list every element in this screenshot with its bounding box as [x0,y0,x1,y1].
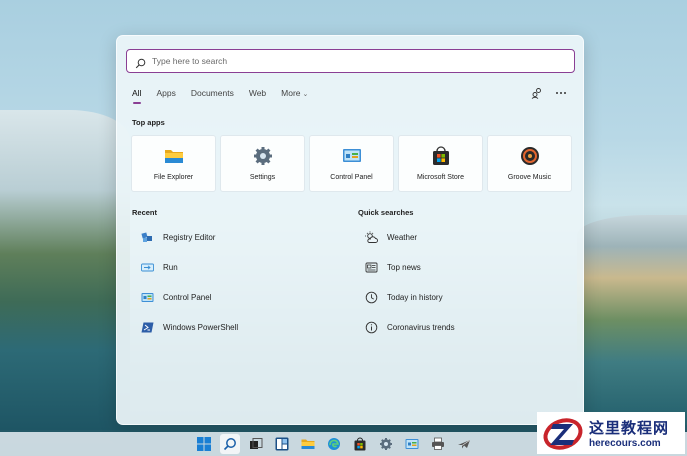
control-panel-icon [342,149,361,162]
chevron-down-icon: ⌄ [302,91,309,98]
gear-icon [253,147,272,165]
search-box[interactable] [126,49,575,73]
quick-search-coronavirus-trends[interactable]: Coronavirus trends [365,312,455,342]
account-switch-icon[interactable] [531,87,543,99]
taskbar-store-button[interactable] [350,434,370,454]
app-label: Settings [249,174,276,181]
registry-icon [141,231,154,244]
powershell-icon [141,321,154,334]
app-tile-settings[interactable]: Settings [220,135,305,192]
windows-icon [196,437,211,451]
quick-searches-list: Weather Top news Today in history Corona… [365,222,455,342]
folder-icon [164,150,183,163]
taskbar-search-button[interactable] [219,434,240,454]
widgets-icon [275,437,288,451]
top-apps-grid: File Explorer Settings Control Panel Mic… [131,135,572,192]
groove-music-icon [520,147,539,165]
control-panel-icon [141,291,154,304]
store-icon [432,146,449,165]
app-label: Groove Music [507,174,552,181]
printer-icon [431,437,444,450]
app-tile-control-panel[interactable]: Control Panel [309,135,394,192]
list-item-label: Control Panel [163,292,212,302]
taskbar-edge-button[interactable] [324,434,344,454]
site-logo-icon [543,418,583,450]
app-tile-file-explorer[interactable]: File Explorer [131,135,216,192]
watermark-cn: 这里教程网 [589,419,670,437]
edge-icon [327,438,340,450]
watermark-en: herecours.com [589,438,661,449]
watermark: 这里教程网 herecours.com [537,412,685,454]
app-label: Microsoft Store [416,174,465,181]
taskbar-settings-button[interactable] [376,434,396,454]
list-item-label: Top news [387,262,421,272]
app-tile-microsoft-store[interactable]: Microsoft Store [398,135,483,192]
list-item-label: Weather [387,232,418,242]
quick-searches-title: Quick searches [358,208,414,217]
file-explorer-icon [301,439,314,449]
plane-icon [457,440,470,449]
app-label: Control Panel [330,174,373,181]
list-item-label: Registry Editor [163,232,216,242]
taskbar-widgets-button[interactable] [272,434,292,454]
task-view-icon [249,438,262,449]
quick-search-today-in-history[interactable]: Today in history [365,282,455,312]
list-item-label: Run [163,262,178,272]
recent-item-registry-editor[interactable]: Registry Editor [141,222,238,252]
app-label: File Explorer [153,174,194,181]
news-icon [365,261,378,274]
search-input[interactable] [152,56,552,66]
control-panel-icon [405,439,418,449]
recent-item-control-panel[interactable]: Control Panel [141,282,238,312]
taskbar-printer-button[interactable] [428,434,448,454]
tab-web[interactable]: Web [249,88,266,98]
store-icon [354,437,365,451]
taskbar-start-button[interactable] [194,434,214,454]
tab-apps[interactable]: Apps [156,88,175,98]
wallpaper-right [577,215,687,425]
weather-icon [365,231,378,244]
taskbar-control-panel-button[interactable] [402,434,422,454]
top-apps-title: Top apps [132,118,165,127]
clock-icon [365,291,378,304]
run-icon [141,261,154,274]
tab-more[interactable]: More ⌄ [281,88,308,98]
settings-icon [379,438,392,450]
list-item-label: Coronavirus trends [387,322,455,332]
taskbar-items [194,434,474,454]
app-tile-groove-music[interactable]: Groove Music [487,135,572,192]
panel-actions [531,87,567,99]
filter-tabs: All Apps Documents Web More ⌄ [132,88,323,104]
taskbar-task-view-button[interactable] [246,434,266,454]
wallpaper-left [0,110,130,430]
watermark-text: 这里教程网 herecours.com [589,417,669,449]
search-icon [223,438,236,451]
recent-list: Registry Editor Run Control Panel Window… [141,222,238,342]
taskbar-plane-button[interactable] [454,434,474,454]
more-options-icon[interactable] [555,87,567,99]
recent-item-run[interactable]: Run [141,252,238,282]
quick-search-top-news[interactable]: Top news [365,252,455,282]
tab-more-label: More [281,88,301,98]
tab-all[interactable]: All [132,88,142,104]
search-panel: All Apps Documents Web More⌄ Top apps Fi… [116,35,584,425]
list-item-label: Windows PowerShell [163,322,239,332]
info-icon [365,321,378,334]
quick-search-weather[interactable]: Weather [365,222,455,252]
taskbar-file-explorer-button[interactable] [298,434,318,454]
search-icon [135,56,146,68]
recent-title: Recent [132,208,158,217]
recent-item-windows-powershell[interactable]: Windows PowerShell [141,312,238,342]
tab-documents[interactable]: Documents [191,88,234,98]
list-item-label: Today in history [387,292,443,302]
